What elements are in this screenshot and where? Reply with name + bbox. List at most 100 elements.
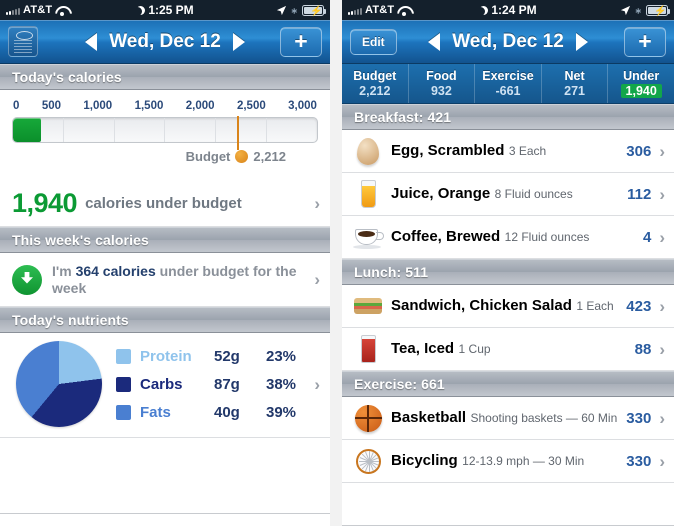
calorie-progress-bar [12,117,318,143]
stat-exercise[interactable]: Exercise -661 [475,64,542,103]
nutrient-percent: 23% [266,347,297,365]
add-button[interactable]: + [280,26,322,57]
edit-button[interactable]: Edit [350,28,397,55]
nutrient-legend-item: Protein 52g 23% [116,342,306,370]
nutrient-legend-item: Fats 40g 39% [116,398,306,426]
chevron-right-icon: › [659,227,665,247]
battery-charging-icon: ⚡ [646,4,670,17]
nutrient-grams: 40g [214,403,240,421]
signal-strength-icon [348,6,362,15]
item-sub: 12-13.9 mph — 30 Min [462,454,585,468]
panel-gutter [330,0,342,526]
basketball-icon [352,401,384,435]
item-sub: 3 Each [508,144,547,158]
list-item[interactable]: Tea, Iced 1 Cup 88 › [342,328,674,371]
nutrient-name: Fats [140,403,171,421]
nutrient-grams: 87g [214,375,240,393]
list-item[interactable]: Sandwich, Chicken Salad 1 Each 423 › [342,285,674,328]
list-item[interactable]: Egg, Scrambled 3 Each 306 › [342,130,674,173]
stat-budget[interactable]: Budget 2,212 [342,64,409,103]
stat-food[interactable]: Food 932 [409,64,476,103]
chevron-right-icon: › [659,339,665,359]
daily-stats-bar: Budget 2,212 Food 932 Exercise -661 Net … [342,64,674,104]
next-day-button[interactable] [232,32,245,51]
nutrients-legend: Protein 52g 23% Carbs 87g 38% Fats 40g 3… [116,342,306,426]
coffee-cup-icon [352,220,384,254]
previous-day-button[interactable] [85,32,98,51]
chevron-right-icon: › [314,374,320,394]
legend-swatch-protein [116,348,131,364]
budget-marker-line [236,116,239,150]
legend-swatch-carbs [116,376,131,392]
bicycle-wheel-icon [352,444,384,478]
item-calories: 112 [627,185,652,203]
item-calories: 423 [626,297,652,315]
section-header-week-calories: This week's calories [0,227,330,253]
stat-label: Net [564,69,585,83]
nutrient-legend-item: Carbs 87g 38% [116,370,306,398]
sandwich-icon [352,289,384,323]
item-calories: 4 [642,228,652,246]
section-header-lunch: Lunch: 511 [342,259,674,285]
status-right-group: ⁎ ⚡ [276,3,326,17]
budget-dot-icon [235,150,249,163]
item-sub: 12 Fluid ounces [504,230,590,244]
item-text: Tea, Iced 1 Cup [391,340,629,358]
next-day-button[interactable] [575,32,588,51]
bluetooth-icon: ⁎ [635,3,642,16]
wifi-icon [55,5,68,16]
budget-marker-row: Budget 2,212 [12,116,318,173]
status-left-group: AT&T [348,4,410,16]
progress-bar-gridlines [13,118,317,142]
list-item[interactable]: Juice, Orange 8 Fluid ounces 112 › [342,173,674,216]
nutrients-row[interactable]: Protein 52g 23% Carbs 87g 38% Fats 40g 3… [0,333,330,438]
moon-icon [136,6,145,15]
item-text: Sandwich, Chicken Salad 1 Each [391,297,620,315]
bluetooth-icon: ⁎ [291,3,298,16]
down-arrow-circle-icon [12,264,42,295]
right-status-bar: AT&T 1:24 PM ⁎ ⚡ [342,0,674,20]
item-text: Basketball Shooting baskets — 60 Min [391,409,620,427]
item-text: Juice, Orange 8 Fluid ounces [391,185,621,203]
section-header-breakfast: Breakfast: 421 [342,104,674,130]
status-left-group: AT&T [6,4,68,16]
item-sub: 8 Fluid ounces [494,187,573,201]
scale-icon[interactable] [8,26,38,57]
under-budget-text: calories under budget [85,195,242,212]
add-button[interactable]: + [624,26,666,57]
left-nav-bar: Wed, Dec 12 + [0,20,330,64]
section-header-today-nutrients: Today's nutrients [0,307,330,333]
item-calories: 88 [634,340,652,358]
previous-day-button[interactable] [428,32,441,51]
under-budget-row[interactable]: 1,940 calories under budget › [0,181,330,227]
tick-label: 2,000 [185,100,215,112]
list-item[interactable]: Coffee, Brewed 12 Fluid ounces 4 › [342,216,674,259]
clock-label: 1:25 PM [148,3,194,17]
location-arrow-icon [620,5,630,15]
right-nav-bar: Edit Wed, Dec 12 + [342,20,674,64]
tick-label: 0 [13,100,20,112]
left-bottom-spacer [0,438,330,514]
week-summary-row[interactable]: I'm 364 calories under budget for the we… [0,253,330,307]
stat-under[interactable]: Under 1,940 [608,64,674,103]
stat-label: Food [426,69,457,83]
legend-swatch-fats [116,404,131,420]
left-phone-screen: AT&T 1:25 PM ⁎ ⚡ Wed, Dec 12 + Today's c… [0,0,330,526]
item-sub: 1 Each [576,299,614,313]
item-calories: 306 [626,142,652,160]
item-sub: 1 Cup [458,342,491,356]
tick-label: 2,500 [236,100,266,112]
under-budget-amount: 1,940 [12,188,78,218]
list-item[interactable]: Bicycling 12-13.9 mph — 30 Min 330 › [342,440,674,483]
stat-label: Under [623,69,660,83]
item-name: Egg, Scrambled [391,142,505,159]
chevron-right-icon: › [659,408,665,428]
chevron-right-icon: › [314,194,320,213]
list-item[interactable]: Basketball Shooting baskets — 60 Min 330… [342,397,674,440]
stat-net[interactable]: Net 271 [542,64,609,103]
orange-juice-glass-icon [352,177,384,211]
section-header-today-calories: Today's calories [0,64,330,90]
right-bottom-spacer [342,483,674,526]
left-status-bar: AT&T 1:25 PM ⁎ ⚡ [0,0,330,20]
right-phone-screen: AT&T 1:24 PM ⁎ ⚡ Edit Wed, Dec 12 + Budg… [342,0,674,526]
